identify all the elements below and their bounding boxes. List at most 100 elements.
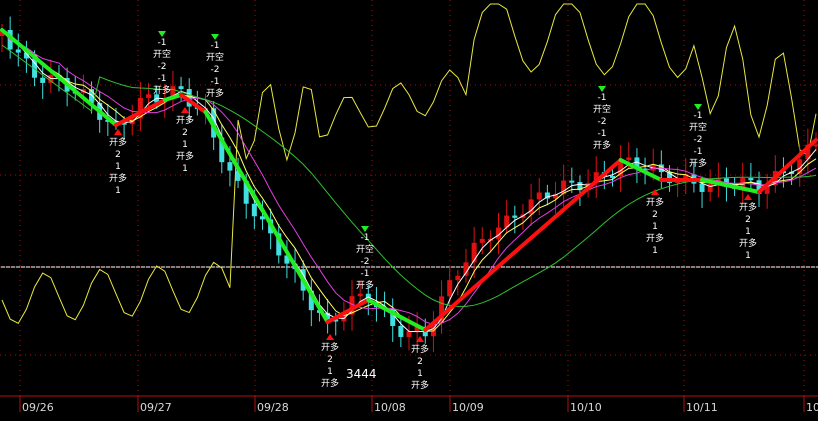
candle (683, 158, 689, 195)
signal-text: -1 (694, 147, 703, 157)
candle (23, 40, 29, 73)
candle (544, 184, 550, 206)
signal-text: 开空 (153, 48, 171, 60)
sell-arrow-icon (361, 226, 369, 232)
candle-body (398, 325, 404, 337)
signal-text: 1 (745, 251, 751, 261)
date-label: 10/08 (374, 401, 406, 414)
candle-body (406, 331, 412, 337)
candle-body (40, 77, 46, 83)
signal-text: 开空 (356, 243, 374, 255)
signal-text: 2 (327, 355, 333, 365)
signal-text: 1 (115, 162, 121, 172)
candle (455, 269, 461, 296)
candle-body (699, 183, 705, 192)
signal-text: 2 (115, 150, 121, 160)
signal-text: 开多 (689, 157, 707, 169)
candle-body (479, 238, 485, 243)
signal-marker: -1开空-2-1开多 (593, 86, 611, 151)
signal-text: 开多 (109, 172, 127, 184)
signal-text: 开多 (356, 279, 374, 291)
candle (528, 183, 534, 226)
candle-body (178, 86, 184, 90)
sell-segment (203, 110, 330, 324)
buy-arrow-icon (114, 129, 122, 135)
candle-body (748, 178, 754, 181)
candle (398, 316, 404, 348)
signal-text: 开多 (321, 341, 339, 353)
price-label: 3444 (346, 367, 377, 381)
candle-body (447, 280, 453, 297)
signal-marker: 开多21开多 (411, 336, 429, 391)
date-label: 09/28 (257, 401, 289, 414)
signal-marker: 开多21开多1 (739, 194, 757, 261)
buy-arrow-icon (181, 107, 189, 113)
signal-text: 2 (417, 357, 423, 367)
candle (585, 169, 591, 198)
signal-text: 1 (652, 222, 658, 232)
date-label: 09/26 (22, 401, 54, 414)
signal-text: 开多 (206, 87, 224, 99)
signal-text: 开空 (593, 103, 611, 115)
candle-body (15, 49, 21, 53)
candle-body (813, 144, 818, 147)
signal-text: 开多 (593, 139, 611, 151)
date-label: 10/09 (452, 401, 484, 414)
signal-text: -2 (211, 65, 220, 75)
date-label: 10 (806, 401, 818, 414)
sell-arrow-icon (694, 104, 702, 110)
candle-body (227, 162, 233, 171)
signal-text: 开多 (739, 201, 757, 213)
signal-text: 2 (182, 128, 188, 138)
candle (463, 248, 469, 283)
candle (439, 280, 445, 334)
candle (48, 59, 54, 93)
buy-segment (325, 298, 371, 324)
signal-text: 1 (327, 367, 333, 377)
candle-body (626, 157, 632, 160)
sell-arrow-icon (158, 31, 166, 37)
candle-body (463, 262, 469, 276)
signal-text: -1 (158, 38, 167, 48)
signal-text: -2 (158, 62, 167, 72)
signal-text: 1 (115, 186, 121, 196)
candle-body (146, 94, 152, 98)
date-label: 09/27 (140, 401, 172, 414)
candle (471, 226, 477, 279)
signal-text: 开多 (321, 377, 339, 389)
signal-marker: 开多21开多1 (646, 189, 664, 256)
buy-arrow-icon (744, 194, 752, 200)
sell-arrow-icon (211, 34, 219, 40)
candle-body (251, 203, 257, 217)
buy-arrow-icon (326, 334, 334, 340)
candle (40, 62, 46, 99)
signal-text: -1 (598, 93, 607, 103)
signal-text: -2 (694, 135, 703, 145)
candle-body (536, 192, 542, 200)
signal-marker: -1开空-2-1开多 (206, 34, 224, 99)
signal-text: 开多 (176, 114, 194, 126)
signal-text: 开多 (176, 150, 194, 162)
signal-marker: 开多21开多1 (109, 129, 127, 196)
signal-text: 开空 (689, 121, 707, 133)
signal-text: 开多 (153, 84, 171, 96)
signal-text: 2 (652, 210, 658, 220)
signal-text: 1 (417, 369, 423, 379)
signal-text: -1 (694, 111, 703, 121)
candle-body (707, 183, 713, 192)
signal-marker: -1开空-2-1开多 (153, 31, 171, 96)
candle (618, 144, 624, 193)
date-axis: 09/26 09/27 09/28 10/08 10/09 10/10 10/11 10 (0, 395, 818, 414)
buy-segment (423, 158, 623, 332)
signal-text: 开多 (411, 343, 429, 355)
signal-text: 1 (182, 164, 188, 174)
sell-arrow-icon (598, 86, 606, 92)
signal-text: 开多 (411, 379, 429, 391)
signal-text: 1 (652, 246, 658, 256)
signal-text: -1 (361, 233, 370, 243)
candle (764, 173, 770, 209)
candle-body (357, 293, 363, 297)
signal-marker: 开多21开多1 (176, 107, 194, 174)
candle (789, 165, 795, 185)
signal-text: 开多 (109, 136, 127, 148)
